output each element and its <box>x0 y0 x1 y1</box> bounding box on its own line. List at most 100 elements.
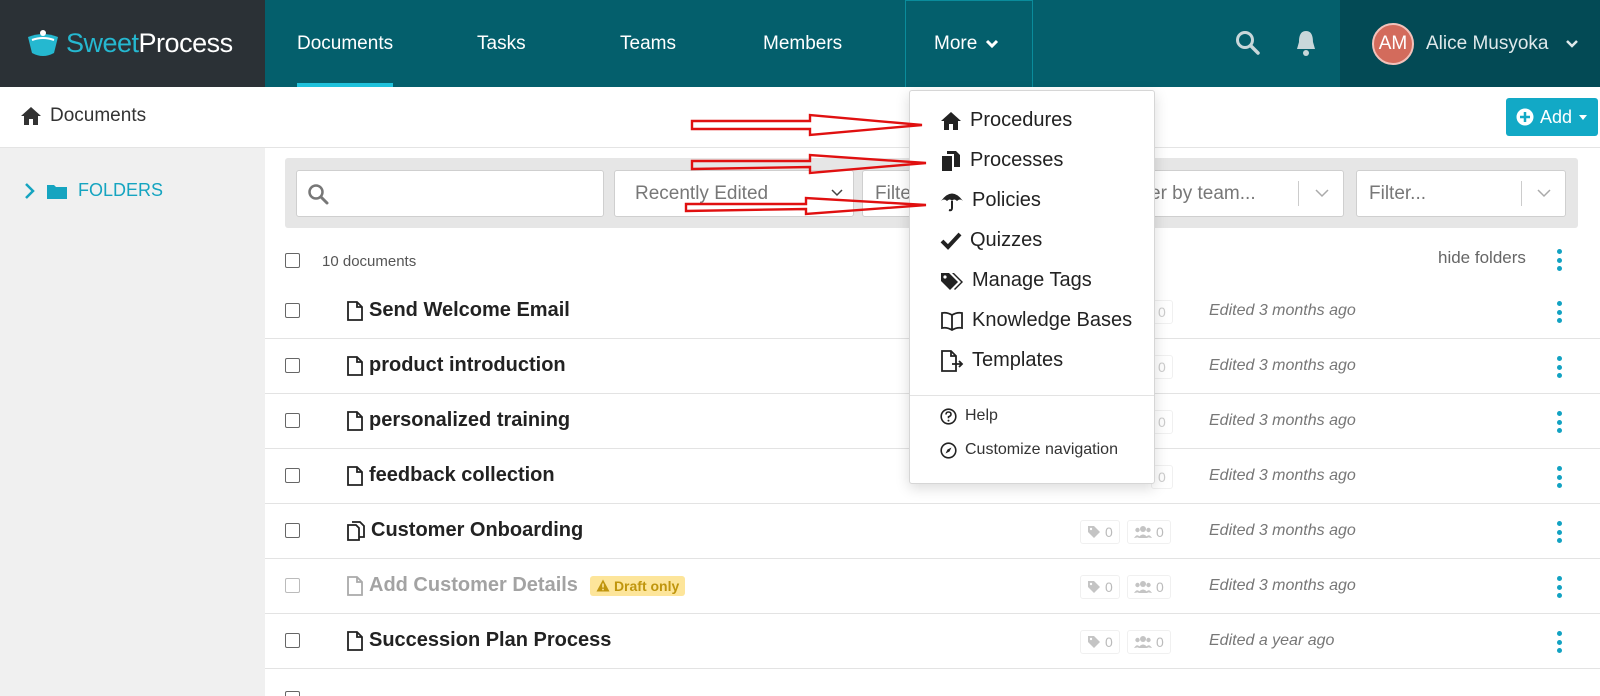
menu-item-quizzes[interactable]: Quizzes <box>940 229 1042 252</box>
folders-toggle[interactable]: FOLDERS <box>24 180 163 201</box>
edited-time: Edited a year ago <box>1209 632 1335 649</box>
filter-select[interactable]: Filter... <box>1356 170 1566 217</box>
breadcrumb[interactable]: Documents <box>20 105 146 127</box>
document-title-text: feedback collection <box>369 464 555 486</box>
search-input[interactable] <box>296 170 604 217</box>
edited-time: Edited 3 months ago <box>1209 522 1356 539</box>
home-icon <box>941 111 961 130</box>
row-checkbox[interactable] <box>285 523 300 538</box>
add-button-label: Add <box>1539 106 1573 127</box>
team-filter[interactable]: er by team... <box>1150 170 1344 217</box>
row-options-icon[interactable] <box>1556 301 1562 323</box>
select-all-checkbox[interactable] <box>285 253 300 268</box>
team-filter-placeholder: er by team... <box>1150 182 1256 204</box>
menu-item-knowledge-bases[interactable]: Knowledge Bases <box>940 309 1132 332</box>
menu-item-label: Customize navigation <box>965 441 1118 458</box>
edited-time: Edited 3 months ago <box>1209 302 1356 319</box>
document-title[interactable]: product introduction <box>347 354 566 377</box>
table-row[interactable]: Succession Plan Process 0 0 Edited a yea… <box>265 613 1600 669</box>
folder-icon <box>47 184 67 199</box>
top-navbar: SweetProcess Documents Tasks Teams Membe… <box>0 0 1600 90</box>
row-options-icon[interactable] <box>1556 521 1562 543</box>
file-icon <box>347 410 363 431</box>
plus-circle-icon <box>1516 108 1534 126</box>
more-dropdown-menu: Procedures Processes Policies Quizzes Ma… <box>909 90 1155 484</box>
bell-icon[interactable] <box>1294 29 1318 57</box>
menu-item-label: Processes <box>970 149 1064 171</box>
document-title[interactable]: Add Customer Details Draft only <box>347 574 686 597</box>
menu-item-label: Procedures <box>970 109 1073 131</box>
table-row[interactable]: Add Customer Details Draft only 0 0 Edit… <box>265 558 1600 614</box>
document-title[interactable]: Succession Plan Process <box>347 629 611 652</box>
row-checkbox[interactable] <box>285 578 300 593</box>
avatar: AM <box>1372 22 1414 65</box>
logo-text: SweetProcess <box>66 28 233 58</box>
menu-item-label: Manage Tags <box>972 269 1092 291</box>
tags-count: 0 <box>1080 520 1120 544</box>
row-options-icon[interactable] <box>1556 466 1562 488</box>
nav-members[interactable]: Members <box>763 0 842 87</box>
edited-time: Edited 3 months ago <box>1209 467 1356 484</box>
menu-item-processes[interactable]: Processes <box>940 149 1063 172</box>
search-icon[interactable] <box>1235 30 1261 56</box>
document-title-text: Succession Plan Process <box>369 629 612 651</box>
document-title[interactable]: Customer Onboarding <box>347 519 583 542</box>
menu-item-procedures[interactable]: Procedures <box>940 109 1072 132</box>
edited-time: Edited 3 months ago <box>1209 412 1356 429</box>
document-title[interactable]: Send Welcome Email <box>347 299 570 322</box>
users-icon <box>1134 636 1152 648</box>
breadcrumb-label: Documents <box>50 105 147 126</box>
chevron-down-icon <box>1315 189 1329 198</box>
users-icon <box>1134 526 1152 538</box>
row-checkbox[interactable] <box>285 303 300 318</box>
row-checkbox[interactable] <box>285 633 300 648</box>
chevron-right-icon <box>25 182 35 199</box>
document-title[interactable]: feedback collection <box>347 464 555 487</box>
more-highlight <box>905 0 1033 90</box>
table-row[interactable]: Customer Onboarding 0 0 Edited 3 months … <box>265 503 1600 559</box>
row-options-icon[interactable] <box>1556 631 1562 653</box>
edited-time: Edited 3 months ago <box>1209 357 1356 374</box>
tag-icon <box>1088 581 1100 593</box>
nav-teams[interactable]: Teams <box>620 0 676 87</box>
menu-item-label: Help <box>965 407 998 424</box>
copy-icon <box>347 520 365 541</box>
row-checkbox[interactable] <box>285 691 300 696</box>
menu-item-label: Policies <box>972 189 1041 211</box>
teams-count: 0 <box>1127 520 1171 544</box>
teams-count: 0 <box>1127 630 1171 654</box>
warning-icon <box>596 579 610 592</box>
annotation-arrow-icon <box>684 196 927 216</box>
menu-item-help[interactable]: Help <box>940 407 998 425</box>
tag-icon <box>1088 636 1100 648</box>
nav-documents[interactable]: Documents <box>297 0 394 87</box>
menu-item-customize-navigation[interactable]: Customize navigation <box>940 441 1118 459</box>
row-checkbox[interactable] <box>285 358 300 373</box>
nav-tasks[interactable]: Tasks <box>477 0 526 87</box>
user-menu[interactable]: AM Alice Musyoka <box>1340 0 1600 87</box>
users-icon <box>1134 581 1152 593</box>
row-options-icon[interactable] <box>1556 356 1562 378</box>
menu-item-manage-tags[interactable]: Manage Tags <box>940 269 1092 292</box>
row-checkbox[interactable] <box>285 468 300 483</box>
template-icon <box>941 349 964 372</box>
document-title-text: Add Customer Details <box>369 574 578 596</box>
book-icon <box>941 311 963 331</box>
hide-folders-link[interactable]: hide folders <box>1438 248 1526 268</box>
menu-item-policies[interactable]: Policies <box>940 189 1041 212</box>
menu-item-label: Knowledge Bases <box>972 309 1133 331</box>
list-options-icon[interactable] <box>1556 249 1562 271</box>
add-button[interactable]: Add <box>1506 98 1598 136</box>
menu-item-templates[interactable]: Templates <box>940 349 1063 372</box>
search-icon <box>308 183 329 204</box>
file-icon <box>347 575 363 596</box>
filter-placeholder: Filter... <box>1369 182 1427 204</box>
logo[interactable]: SweetProcess <box>0 0 265 87</box>
row-options-icon[interactable] <box>1556 576 1562 598</box>
chevron-down-icon <box>1537 189 1551 198</box>
row-options-icon[interactable] <box>1556 411 1562 433</box>
row-checkbox[interactable] <box>285 413 300 428</box>
document-title-text: Customer Onboarding <box>371 519 584 541</box>
document-title[interactable]: personalized training <box>347 409 570 432</box>
table-row[interactable] <box>265 668 1600 696</box>
